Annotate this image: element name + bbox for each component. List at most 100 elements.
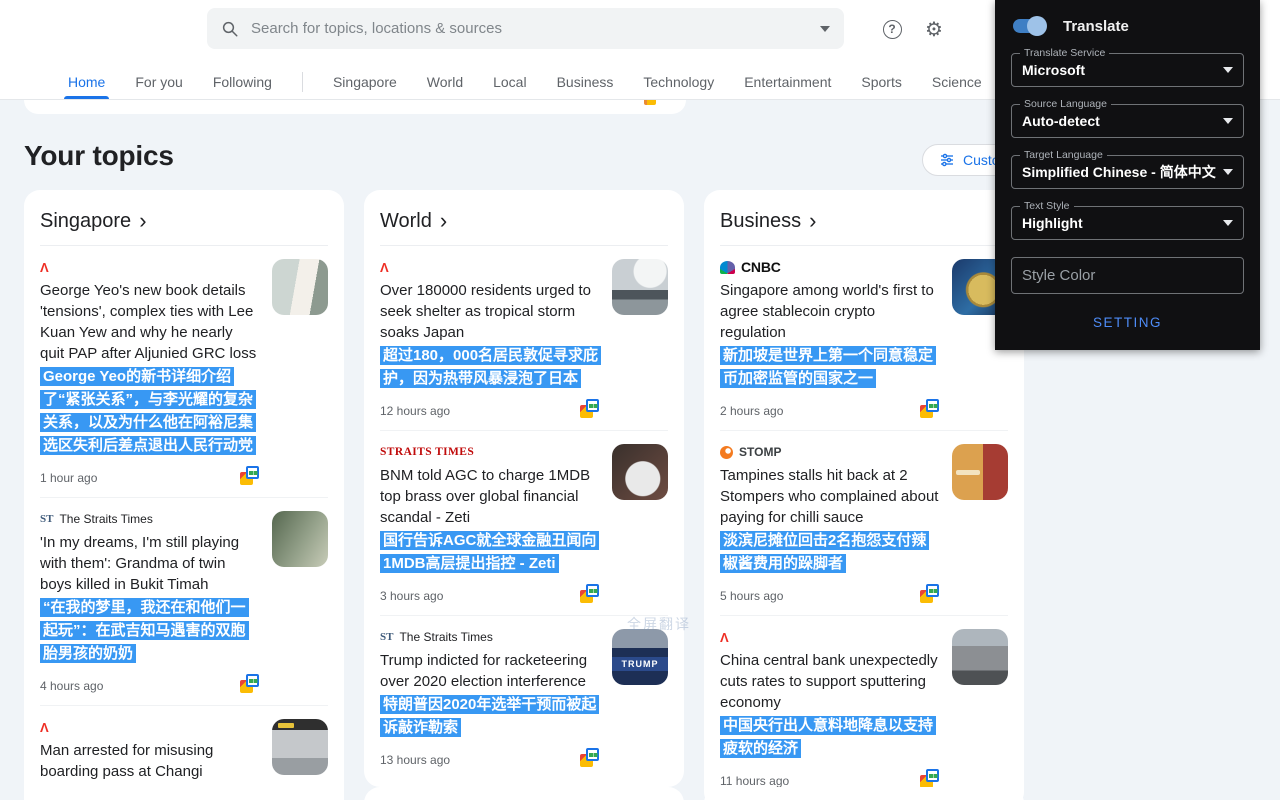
dropdown-arrow-icon xyxy=(1223,220,1233,226)
article: CNBC Singapore among world's first to ag… xyxy=(720,246,1008,431)
text-style-select[interactable]: Text Style Highlight xyxy=(1011,206,1244,240)
article-headline[interactable]: Over 180000 residents urged to seek shel… xyxy=(380,280,600,343)
translated-text-block: 淡滨尼摊位回击2名抱怨支付辣椒酱费用的跺脚者 xyxy=(720,529,940,575)
topic-card-world: World Over 180000 residents urged to see… xyxy=(364,190,684,787)
article: George Yeo's new book details 'tensions'… xyxy=(40,246,328,498)
translate-page-icon[interactable] xyxy=(580,583,600,603)
tab-singapore[interactable]: Singapore xyxy=(333,65,397,99)
source-row[interactable] xyxy=(40,719,260,735)
page-title: Your topics xyxy=(24,140,174,172)
translate-page-icon[interactable] xyxy=(580,747,600,767)
tab-technology[interactable]: Technology xyxy=(643,65,714,99)
article-time: 5 hours ago xyxy=(720,589,783,603)
cnbc-peacock-icon xyxy=(720,261,735,274)
tab-entertainment[interactable]: Entertainment xyxy=(744,65,831,99)
article-thumbnail[interactable] xyxy=(952,629,1008,685)
article-headline[interactable]: China central bank unexpectedly cuts rat… xyxy=(720,650,940,713)
column-title-business[interactable]: Business xyxy=(720,206,1008,235)
field-label: Target Language xyxy=(1020,149,1107,161)
field-label: Source Language xyxy=(1020,98,1111,110)
translated-text: 特朗普因2020年选举干预而被起诉敲诈勒索 xyxy=(380,695,599,737)
setting-link[interactable]: SETTING xyxy=(1011,315,1244,330)
translate-icon-remnant xyxy=(644,100,656,105)
tab-science[interactable]: Science xyxy=(932,65,982,99)
article: The Straits Times Trump indicted for rac… xyxy=(380,616,668,771)
source-name: The Straits Times xyxy=(59,512,152,526)
column-title-text: Business xyxy=(720,210,801,233)
straits-times-logo-icon xyxy=(40,513,53,525)
field-value: Highlight xyxy=(1022,215,1217,231)
target-language-select[interactable]: Target Language Simplified Chinese - 简体中… xyxy=(1011,155,1244,189)
article-headline[interactable]: Singapore among world's first to agree s… xyxy=(720,280,940,343)
article: China central bank unexpectedly cuts rat… xyxy=(720,616,1008,792)
tab-business[interactable]: Business xyxy=(557,65,614,99)
source-row[interactable] xyxy=(380,259,600,275)
search-dropdown-caret-icon[interactable] xyxy=(820,26,830,32)
tab-sports[interactable]: Sports xyxy=(861,65,901,99)
column-title-world[interactable]: World xyxy=(380,206,668,235)
column-title-singapore[interactable]: Singapore xyxy=(40,206,328,235)
nav-tabs: Home For you Following Singapore World L… xyxy=(68,65,1052,99)
article-headline[interactable]: George Yeo's new book details 'tensions'… xyxy=(40,280,260,364)
article-headline[interactable]: BNM told AGC to charge 1MDB top brass ov… xyxy=(380,465,600,528)
translate-service-select[interactable]: Translate Service Microsoft xyxy=(1011,53,1244,87)
translate-page-icon[interactable] xyxy=(240,673,260,693)
column-title-text: World xyxy=(380,210,432,233)
field-value: Simplified Chinese - 简体中文 xyxy=(1022,162,1217,182)
article-thumbnail[interactable] xyxy=(272,259,328,315)
translated-text-block: 超过180，000名居民敦促寻求庇护，因为热带风暴浸泡了日本 xyxy=(380,344,600,390)
article-thumbnail[interactable] xyxy=(272,719,328,775)
translate-page-icon[interactable] xyxy=(580,398,600,418)
straits-times-logo-icon xyxy=(380,631,393,643)
tab-for-you[interactable]: For you xyxy=(135,65,182,99)
translate-toggle[interactable] xyxy=(1011,16,1047,36)
article-time: 2 hours ago xyxy=(720,404,783,418)
article-time: 11 hours ago xyxy=(720,774,789,788)
tab-local[interactable]: Local xyxy=(493,65,526,99)
article-thumbnail[interactable] xyxy=(612,444,668,500)
tab-following[interactable]: Following xyxy=(213,65,272,99)
search-bar[interactable] xyxy=(207,8,844,49)
source-row[interactable] xyxy=(40,259,260,275)
tune-icon xyxy=(939,152,955,168)
source-language-select[interactable]: Source Language Auto-detect xyxy=(1011,104,1244,138)
cna-logo-icon xyxy=(40,260,49,275)
source-row[interactable]: STRAITS TIMES xyxy=(380,444,600,460)
article: STOMP Tampines stalls hit back at 2 Stom… xyxy=(720,431,1008,616)
translated-text-block: 新加坡是世界上第一个同意稳定币加密监管的国家之一 xyxy=(720,344,940,390)
article-headline[interactable]: 'In my dreams, I'm still playing with th… xyxy=(40,532,260,595)
search-input[interactable] xyxy=(251,20,820,37)
dropdown-arrow-icon xyxy=(1223,169,1233,175)
next-card-top-singapore xyxy=(24,786,344,800)
dropdown-arrow-icon xyxy=(1223,118,1233,124)
source-name: STOMP xyxy=(739,445,781,459)
translate-page-icon[interactable] xyxy=(240,465,260,485)
help-icon[interactable] xyxy=(881,18,903,40)
tab-home[interactable]: Home xyxy=(68,65,105,99)
translate-page-icon[interactable] xyxy=(920,398,940,418)
source-row[interactable] xyxy=(720,629,940,645)
style-color-input[interactable] xyxy=(1022,267,1233,284)
article-headline[interactable]: Trump indicted for racketeering over 202… xyxy=(380,650,600,692)
article-headline[interactable]: Tampines stalls hit back at 2 Stompers w… xyxy=(720,465,940,528)
article-thumbnail[interactable] xyxy=(272,511,328,567)
translate-page-icon[interactable] xyxy=(920,768,940,788)
translate-page-icon[interactable] xyxy=(920,583,940,603)
article-thumbnail[interactable] xyxy=(612,259,668,315)
source-row[interactable]: CNBC xyxy=(720,259,940,275)
cna-logo-icon xyxy=(720,630,729,645)
translated-text: 中国央行出人意料地降息以支持疲软的经济 xyxy=(720,716,936,758)
translated-text: 超过180，000名居民敦促寻求庇护，因为热带风暴浸泡了日本 xyxy=(380,346,601,388)
scrolled-card-remnant xyxy=(24,100,686,114)
tab-world[interactable]: World xyxy=(427,65,463,99)
tab-divider xyxy=(302,72,303,92)
thumbnail-text: TRUMP xyxy=(612,657,668,671)
source-row[interactable]: STOMP xyxy=(720,444,940,460)
source-name: CNBC xyxy=(741,259,781,275)
style-color-field[interactable] xyxy=(1011,257,1244,294)
settings-gear-icon[interactable] xyxy=(923,18,945,40)
article-thumbnail[interactable] xyxy=(952,444,1008,500)
source-row[interactable]: The Straits Times xyxy=(40,511,260,527)
article-thumbnail[interactable]: TRUMP xyxy=(612,629,668,685)
source-row[interactable]: The Straits Times xyxy=(380,629,600,645)
